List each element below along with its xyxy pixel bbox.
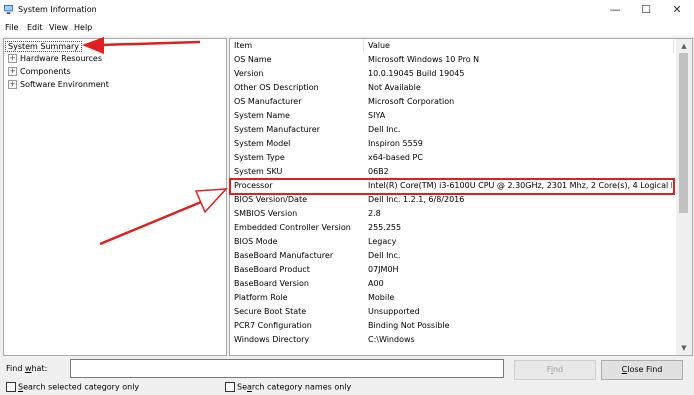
find-what-input[interactable] — [70, 359, 504, 378]
search-selected-category-checkbox[interactable]: Search selected category only — [6, 382, 139, 392]
search-category-names-checkbox[interactable]: Search category names only — [225, 382, 351, 392]
checkbox-icon[interactable] — [6, 382, 16, 392]
annotation-arrow-to-processor — [99, 188, 228, 246]
find-button[interactable]: Find — [514, 360, 596, 380]
find-what-label: Find what: — [6, 364, 48, 373]
annotation-arrow-to-system-summary — [82, 37, 201, 54]
close-find-button[interactable]: Close Find — [601, 360, 683, 380]
annotation-overlay — [82, 37, 228, 246]
checkbox-icon[interactable] — [225, 382, 235, 392]
